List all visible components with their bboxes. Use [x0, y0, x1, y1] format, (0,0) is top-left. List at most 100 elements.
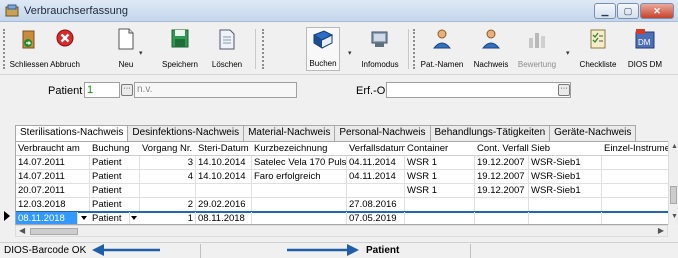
- schliessen-button[interactable]: Schliessen: [9, 27, 49, 71]
- sterilisation-table: Verbraucht am Buchung Vorgang Nr. Steri-…: [15, 141, 678, 225]
- status-mode: Patient: [366, 245, 400, 256]
- chevron-down-icon[interactable]: [131, 216, 137, 220]
- column-header[interactable]: Buchung: [90, 142, 140, 156]
- nachweis-button[interactable]: Nachweis: [471, 27, 511, 71]
- table-row[interactable]: 14.07.2011 Patient 3 14.10.2014 Satelec …: [16, 156, 677, 170]
- table-cell: WSR 1: [405, 170, 475, 184]
- tab-material-nachweis[interactable]: Material-Nachweis: [243, 125, 336, 141]
- bewertung-button[interactable]: Bewertung: [515, 27, 559, 71]
- table-cell: [602, 184, 669, 198]
- maximize-button[interactable]: ▢: [617, 3, 639, 19]
- neu-button[interactable]: Neu: [115, 27, 137, 71]
- patient-name-field[interactable]: n.v.: [134, 82, 297, 98]
- checklist-icon: [590, 29, 606, 49]
- scroll-thumb[interactable]: [670, 186, 677, 204]
- table-row[interactable]: 20.07.2011 Patient WSR 1 19.12.2007 WSR-…: [16, 184, 677, 198]
- pat-namen-button[interactable]: Pat.-Namen: [420, 27, 464, 71]
- buchen-dropdown[interactable]: ▾: [348, 49, 352, 57]
- column-header[interactable]: Kurzbezeichnung: [252, 142, 347, 156]
- scroll-up-icon[interactable]: ▲: [671, 143, 678, 150]
- tab-sterilisations-nachweis[interactable]: Sterilisations-Nachweis: [15, 125, 129, 142]
- table-cell: [602, 212, 669, 224]
- table-cell: 08.11.2018: [196, 212, 252, 224]
- close-button[interactable]: ✕: [640, 3, 674, 19]
- patient-id-field[interactable]: 1: [84, 82, 120, 98]
- table-cell: 20.07.2011: [16, 184, 90, 198]
- table-cell: Patient: [90, 170, 140, 184]
- scroll-down-icon[interactable]: ▼: [671, 213, 678, 220]
- table-cell: Patient: [90, 212, 130, 224]
- column-header[interactable]: Cont. Verfall: [475, 142, 529, 156]
- tab-geraete-nachweis[interactable]: Geräte-Nachweis: [549, 125, 637, 141]
- horizontal-scrollbar[interactable]: ◀ ▶: [15, 225, 668, 237]
- speichern-button[interactable]: Speichern: [162, 27, 198, 71]
- table-cell: WSR 1: [405, 184, 475, 198]
- column-header[interactable]: Container: [405, 142, 475, 156]
- rating-icon: [529, 33, 545, 48]
- checkliste-button[interactable]: Checkliste: [580, 27, 616, 71]
- minimize-button[interactable]: ▁: [594, 3, 616, 19]
- table-cell: [475, 198, 529, 212]
- save-icon: [171, 29, 189, 48]
- erf-ort-field[interactable]: [386, 82, 571, 98]
- toolbar-grip[interactable]: [3, 29, 7, 69]
- patient-lookup-button[interactable]: ···: [121, 84, 133, 96]
- vertical-scrollbar[interactable]: ▲ ▼: [668, 141, 678, 225]
- title-bar: Verbrauchserfassung ▁ ▢ ✕: [0, 0, 678, 22]
- patient-label: Patient: [48, 85, 83, 97]
- neu-dropdown[interactable]: ▾: [139, 49, 143, 57]
- table-cell: 19.12.2007: [475, 170, 529, 184]
- column-header[interactable]: Einzel-Instrument: [602, 142, 669, 156]
- table-cell: 4: [140, 170, 196, 184]
- dios-dm-button[interactable]: DM DIOS DM: [625, 27, 665, 71]
- scroll-left-icon[interactable]: ◀: [19, 226, 25, 235]
- dios-dm-icon: DM: [635, 29, 655, 49]
- scroll-right-icon[interactable]: ▶: [658, 226, 664, 235]
- arrow-right-icon: [287, 244, 359, 256]
- scroll-thumb[interactable]: [30, 228, 78, 235]
- window-title: Verbrauchserfassung: [24, 4, 128, 17]
- buchen-button[interactable]: Buchen: [306, 27, 340, 71]
- erf-ort-lookup-button[interactable]: ···: [558, 84, 570, 96]
- table-cell: 14.10.2014: [196, 170, 252, 184]
- loeschen-button[interactable]: Löschen: [212, 27, 242, 71]
- tab-personal-nachweis[interactable]: Personal-Nachweis: [334, 125, 431, 141]
- table-cell: 14.10.2014: [196, 156, 252, 170]
- table-cell: [252, 212, 347, 224]
- tab-behandlungs-taetigkeiten[interactable]: Behandlungs-Tätigkeiten: [429, 125, 551, 141]
- infomodus-button[interactable]: Infomodus: [360, 27, 400, 71]
- table-row[interactable]: 14.07.2011 Patient 4 14.10.2014 Faro erf…: [16, 170, 677, 184]
- tab-desinfektions-nachweis[interactable]: Desinfektions-Nachweis: [127, 125, 245, 141]
- table-cell: 19.12.2007: [475, 156, 529, 170]
- selected-table-row[interactable]: 08.11.2018 Patient 1 08.11.2018 07.05.20…: [16, 211, 677, 224]
- abbruch-button[interactable]: Abbruch: [49, 27, 81, 71]
- table-cell: WSR-Sieb1: [529, 184, 602, 198]
- toolbar-grip[interactable]: [262, 29, 266, 69]
- patient-form: Patient 1 ··· n.v. Erf.-Ort ···: [0, 76, 678, 124]
- arrow-left-icon: [92, 244, 160, 256]
- patient-names-icon: [432, 29, 452, 49]
- column-header[interactable]: Verbraucht am: [16, 142, 90, 156]
- table-cell: [252, 184, 347, 198]
- chevron-down-icon[interactable]: [81, 216, 87, 220]
- table-cell: [405, 198, 475, 212]
- status-divider: [200, 244, 201, 258]
- status-barcode: DIOS-Barcode OK: [4, 245, 87, 256]
- bewertung-dropdown[interactable]: ▾: [566, 49, 570, 57]
- column-header[interactable]: Verfallsdatum: [347, 142, 405, 156]
- table-cell: 27.08.2016: [347, 198, 405, 212]
- table-cell: [602, 170, 669, 184]
- table-row[interactable]: 12.03.2018 Patient 2 29.02.2016 27.08.20…: [16, 198, 677, 212]
- table-cell: Patient: [90, 198, 140, 212]
- table-cell: 07.05.2019: [347, 212, 405, 224]
- toolbar-separator: [255, 29, 256, 69]
- info-mode-icon: [371, 31, 388, 47]
- column-header[interactable]: Steri-Datum: [196, 142, 252, 156]
- table-cell: 2: [140, 198, 196, 212]
- toolbar-grip[interactable]: [413, 29, 417, 69]
- column-header[interactable]: Vorgang Nr.: [140, 142, 196, 156]
- table-cell-date-editor[interactable]: 08.11.2018: [16, 212, 78, 224]
- table-cell: 04.11.2014: [347, 156, 405, 170]
- column-header[interactable]: Sieb: [529, 142, 602, 156]
- table-cell: 19.12.2007: [475, 184, 529, 198]
